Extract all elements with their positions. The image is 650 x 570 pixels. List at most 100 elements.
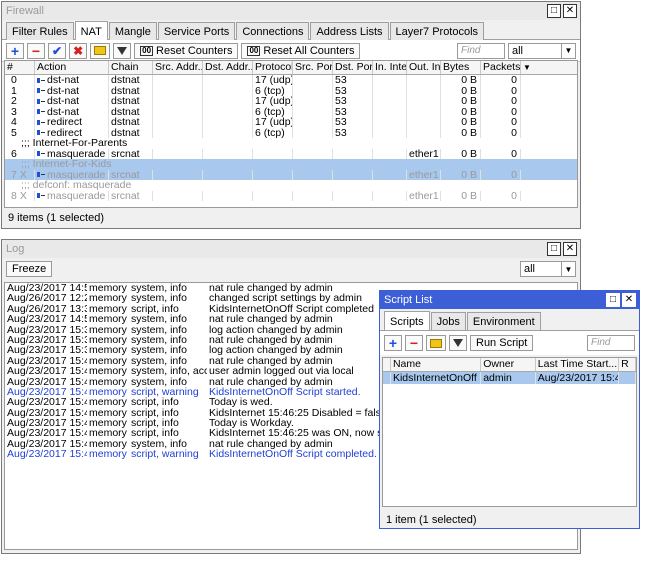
column-run-count[interactable]: R: [619, 358, 636, 371]
table-row-comment[interactable]: ;;; Internet-For-Kids: [5, 159, 577, 170]
tab-environment[interactable]: Environment: [466, 312, 541, 330]
find-input[interactable]: Find: [457, 42, 505, 59]
remove-button[interactable]: −: [27, 42, 45, 59]
firewall-titlebar[interactable]: Firewall □ ✕: [2, 2, 580, 20]
tab-layer7-protocols[interactable]: Layer7 Protocols: [389, 22, 485, 40]
column-protocol[interactable]: Protocol: [253, 61, 293, 74]
table-row[interactable]: 6 masquerade srcnat ether1 0 B0: [5, 148, 577, 159]
maximize-icon[interactable]: □: [606, 293, 620, 307]
cell-sport: [293, 85, 333, 96]
log-buffer: memory: [89, 449, 127, 460]
cell-src: [153, 169, 203, 180]
column-out-interface[interactable]: Out. Int...: [407, 61, 441, 74]
column-in-interface[interactable]: In. Inte...: [373, 61, 407, 74]
comment-button[interactable]: [426, 335, 446, 351]
tab-mangle[interactable]: Mangle: [108, 22, 157, 40]
filter-button[interactable]: [449, 335, 467, 351]
cell-blank: [619, 372, 636, 384]
remove-button[interactable]: −: [405, 335, 423, 351]
column-menu[interactable]: ▼: [521, 61, 533, 74]
cell-chain: dstnat: [109, 127, 153, 138]
cell-chain: dstnat: [109, 85, 153, 96]
script-list-tabs: Scripts Jobs Environment: [380, 309, 639, 331]
cell-in: [373, 169, 407, 180]
log-time: Aug/23/2017 15:46...: [7, 386, 87, 398]
cell-num: 0: [5, 75, 35, 86]
column-bytes[interactable]: Bytes: [441, 61, 481, 74]
close-icon[interactable]: ✕: [622, 293, 636, 307]
filter-button[interactable]: [113, 42, 132, 59]
cell-num: 6: [5, 148, 35, 159]
table-row[interactable]: 8 Xmasquerade srcnat ether1 0 B0: [5, 190, 577, 201]
nat-rule-icon: [37, 98, 45, 105]
cell-owner: admin: [481, 372, 536, 384]
comment-button[interactable]: [90, 42, 111, 59]
tab-connections[interactable]: Connections: [236, 22, 310, 40]
table-row[interactable]: 0 dst-nat dstnat 17 (udp) 53 0 B0: [5, 75, 577, 86]
log-topics: script, warning: [131, 449, 199, 460]
tab-scripts[interactable]: Scripts: [384, 311, 430, 330]
rule-comment: ;;; defconf: masquerade: [21, 180, 132, 191]
tab-service-ports[interactable]: Service Ports: [157, 22, 236, 40]
log-filter-select[interactable]: all ▼: [520, 261, 576, 277]
cell-bytes: 0 B: [441, 169, 481, 180]
tab-address-lists[interactable]: Address Lists: [310, 22, 389, 40]
column-chain[interactable]: Chain: [109, 61, 153, 74]
filter-select[interactable]: all ▼: [508, 42, 576, 59]
cell-num: 3: [5, 106, 35, 117]
table-row[interactable]: 7 Xmasquerade srcnat ether1 0 B0: [5, 169, 577, 180]
firewall-title: Firewall: [6, 5, 44, 17]
minus-icon: −: [31, 42, 41, 59]
maximize-icon[interactable]: □: [547, 4, 561, 18]
column-src-address[interactable]: Src. Addr...: [153, 61, 203, 74]
run-script-button[interactable]: Run Script: [470, 335, 534, 351]
table-row-comment[interactable]: ;;; Internet-For-Parents: [5, 138, 577, 149]
cell-chain: srcnat: [109, 148, 153, 159]
table-row[interactable]: 3 dst-nat dstnat 6 (tcp) 53 0 B0: [5, 106, 577, 117]
find-input[interactable]: Find: [587, 335, 635, 351]
close-icon[interactable]: ✕: [563, 4, 577, 18]
log-buffer: memory: [89, 314, 127, 325]
cell-num: 1: [5, 85, 35, 96]
cell-dst: [203, 96, 253, 107]
column-owner[interactable]: Owner: [481, 358, 536, 371]
reset-counters-button[interactable]: 00 Reset Counters: [134, 42, 239, 59]
script-table: Name Owner Last Time Start... R KidsInte…: [382, 357, 637, 507]
log-titlebar[interactable]: Log □ ✕: [2, 240, 580, 258]
table-row[interactable]: KidsInternetOnOffadminAug/23/2017 15:4..…: [383, 372, 636, 384]
table-row[interactable]: 2 dst-nat dstnat 17 (udp) 53 0 B0: [5, 96, 577, 107]
script-list-titlebar[interactable]: Script List □ ✕: [380, 291, 639, 309]
disable-button[interactable]: ✖: [69, 42, 88, 59]
table-row[interactable]: 4 redirect dstnat 17 (udp) 53 0 B0: [5, 117, 577, 128]
add-button[interactable]: +: [384, 335, 402, 351]
column-dst-port[interactable]: Dst. Port: [333, 61, 373, 74]
cell-proto: 17 (udp): [255, 96, 293, 107]
column-action[interactable]: Action: [35, 61, 109, 74]
freeze-button[interactable]: Freeze: [6, 261, 53, 277]
enable-button[interactable]: ✔: [48, 42, 67, 59]
table-row[interactable]: 1 dst-nat dstnat 6 (tcp) 53 0 B0: [5, 85, 577, 96]
tab-jobs[interactable]: Jobs: [430, 312, 466, 330]
script-list-toolbar: + − Run Script Find: [380, 331, 639, 355]
log-buffer: memory: [89, 355, 127, 367]
column-src-port[interactable]: Src. Port: [293, 61, 333, 74]
close-icon[interactable]: ✕: [563, 242, 577, 256]
reset-all-counters-button[interactable]: 00 Reset All Counters: [241, 42, 361, 59]
column-packets[interactable]: Packets: [481, 61, 521, 74]
column-name[interactable]: Name: [391, 358, 482, 371]
cell-out: [407, 96, 441, 107]
maximize-icon[interactable]: □: [547, 242, 561, 256]
column-dst-address[interactable]: Dst. Addr...: [203, 61, 253, 74]
cell-packets: 0: [481, 148, 521, 159]
table-row-comment[interactable]: ;;; defconf: masquerade: [5, 180, 577, 191]
log-topics: system, info: [131, 334, 188, 346]
log-time: Aug/23/2017 15:31...: [7, 334, 87, 346]
tab-nat[interactable]: NAT: [74, 21, 108, 40]
add-button[interactable]: +: [6, 42, 24, 59]
column-last-time-started[interactable]: Last Time Start...: [536, 358, 620, 371]
tab-filter-rules[interactable]: Filter Rules: [6, 22, 74, 40]
column-number[interactable]: #: [5, 61, 35, 74]
log-time: Aug/23/2017 15:45...: [7, 366, 87, 377]
table-row[interactable]: 5 redirect dstnat 6 (tcp) 53 0 B0: [5, 127, 577, 138]
cell-sport: [293, 117, 333, 128]
